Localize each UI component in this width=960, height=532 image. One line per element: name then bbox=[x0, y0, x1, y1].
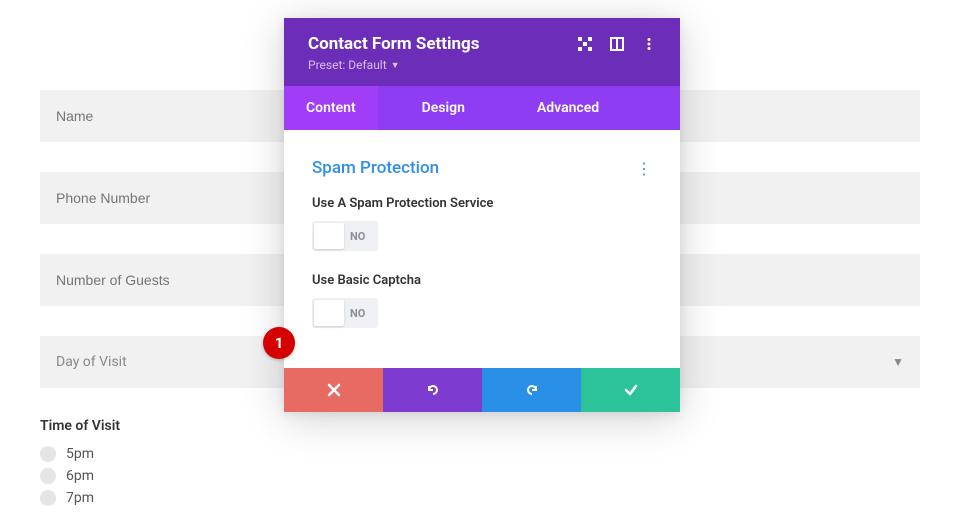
radio-option-label: 7pm bbox=[66, 490, 94, 506]
radio-icon bbox=[40, 446, 56, 462]
cancel-button[interactable] bbox=[284, 368, 383, 412]
toggle-knob bbox=[314, 223, 344, 249]
modal-header: Contact Form Settings Preset: Default ▼ bbox=[284, 18, 680, 86]
radio-option-label: 5pm bbox=[66, 446, 94, 462]
section-title[interactable]: Spam Protection bbox=[312, 158, 439, 178]
close-icon bbox=[326, 382, 342, 398]
modal-title: Contact Form Settings bbox=[308, 34, 480, 54]
more-icon[interactable] bbox=[642, 37, 656, 51]
chevron-down-icon: ▼ bbox=[892, 355, 904, 369]
modal-footer bbox=[284, 368, 680, 412]
expand-icon[interactable] bbox=[578, 37, 592, 51]
basic-captcha-toggle[interactable]: NO bbox=[312, 298, 378, 328]
toggle-value: NO bbox=[346, 307, 373, 320]
snap-icon[interactable] bbox=[610, 37, 624, 51]
preset-selector[interactable]: Preset: Default ▼ bbox=[308, 58, 656, 72]
radio-icon bbox=[40, 490, 56, 506]
time-radio-group: Time of Visit 5pm 6pm 7pm bbox=[40, 418, 920, 506]
radio-option[interactable]: 6pm bbox=[40, 468, 920, 484]
caret-down-icon: ▼ bbox=[391, 60, 400, 71]
modal-body: Spam Protection ⋮ Use A Spam Protection … bbox=[284, 130, 680, 368]
annotation-badge: 1 bbox=[263, 327, 295, 359]
radio-option[interactable]: 7pm bbox=[40, 490, 920, 506]
option-label: Use Basic Captcha bbox=[312, 273, 512, 288]
time-label: Time of Visit bbox=[40, 418, 920, 434]
undo-button[interactable] bbox=[383, 368, 482, 412]
section-more-icon[interactable]: ⋮ bbox=[636, 159, 652, 178]
spam-service-toggle[interactable]: NO bbox=[312, 221, 378, 251]
tab-design[interactable]: Design bbox=[400, 86, 487, 130]
tab-advanced[interactable]: Advanced bbox=[515, 86, 621, 130]
settings-modal: Contact Form Settings Preset: Default ▼ … bbox=[284, 18, 680, 412]
radio-option[interactable]: 5pm bbox=[40, 446, 920, 462]
option-label: Use A Spam Protection Service bbox=[312, 196, 512, 211]
preset-label: Preset: Default bbox=[308, 58, 387, 72]
modal-tabs: Content Design Advanced bbox=[284, 86, 680, 130]
toggle-value: NO bbox=[346, 230, 373, 243]
radio-option-label: 6pm bbox=[66, 468, 94, 484]
day-select-label: Day of Visit bbox=[56, 354, 127, 370]
tab-content[interactable]: Content bbox=[284, 86, 378, 130]
toggle-knob bbox=[314, 300, 344, 326]
undo-icon bbox=[425, 382, 441, 398]
redo-button[interactable] bbox=[482, 368, 581, 412]
save-button[interactable] bbox=[581, 368, 680, 412]
redo-icon bbox=[524, 382, 540, 398]
check-icon bbox=[623, 382, 639, 398]
radio-icon bbox=[40, 468, 56, 484]
